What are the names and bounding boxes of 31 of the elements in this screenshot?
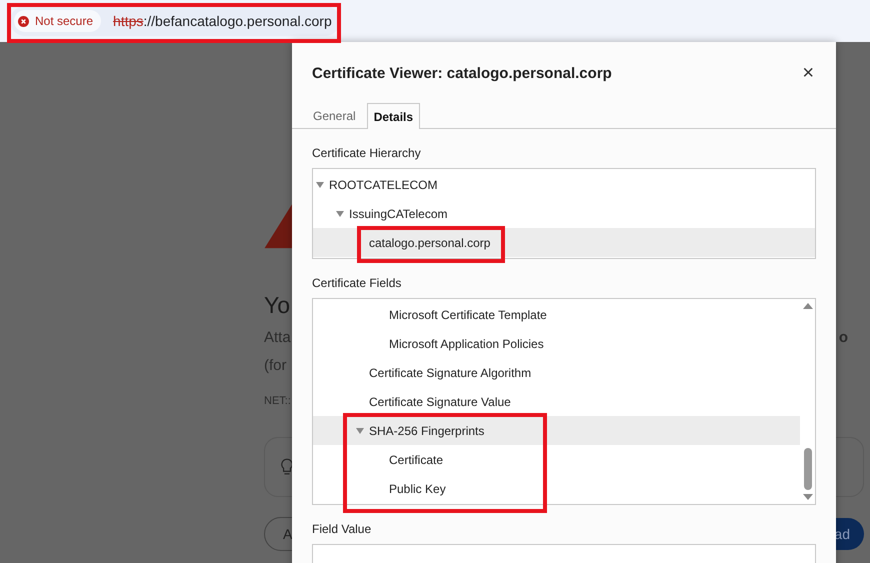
not-secure-label: Not secure xyxy=(35,14,94,28)
tree-item[interactable]: IssuingCATelecom xyxy=(313,199,815,228)
scroll-down-icon[interactable] xyxy=(803,494,813,500)
tab[interactable]: General xyxy=(306,103,363,128)
section-label: Field Value xyxy=(312,522,372,536)
error-code: NET:: xyxy=(264,395,291,407)
tree-item[interactable]: Microsoft Application Policies xyxy=(313,329,800,358)
section-label: Certificate Fields xyxy=(312,276,402,290)
tree-item[interactable]: SHA-256 Fingerprints xyxy=(313,416,800,445)
tree-item[interactable]: Public Key xyxy=(313,474,800,503)
tree-item[interactable]: catalogo.personal.corp xyxy=(313,228,815,257)
close-button[interactable]: × xyxy=(800,64,816,82)
tree-item[interactable]: Certificate xyxy=(313,445,800,474)
url-text[interactable]: https://befancatalogo.personal.corp xyxy=(113,13,332,29)
tree-item[interactable]: ROOTCATELECOM xyxy=(313,170,815,199)
scroll-up-icon[interactable] xyxy=(803,303,813,309)
tree-item[interactable]: Microsoft Certificate Template xyxy=(313,300,800,329)
tree-item[interactable]: Certificate Signature Algorithm xyxy=(313,358,800,387)
scroll-thumb[interactable] xyxy=(804,448,812,490)
section-label: Certificate Hierarchy xyxy=(312,146,422,160)
lightbulb-icon xyxy=(281,458,293,476)
tab[interactable]: Details xyxy=(366,103,420,129)
dialog-title: Certificate Viewer: catalogo.personal.corp xyxy=(312,64,612,82)
body-text: Atta xyxy=(264,329,291,347)
body-text: (for xyxy=(264,357,286,375)
page-heading: Yo xyxy=(264,292,290,319)
error-icon xyxy=(18,16,29,26)
security-chip[interactable]: Not secure xyxy=(14,10,102,32)
tree-item[interactable]: Certificate Signature Value xyxy=(313,387,800,416)
body-text: o xyxy=(838,329,848,347)
warning-triangle-drawing xyxy=(264,202,294,250)
